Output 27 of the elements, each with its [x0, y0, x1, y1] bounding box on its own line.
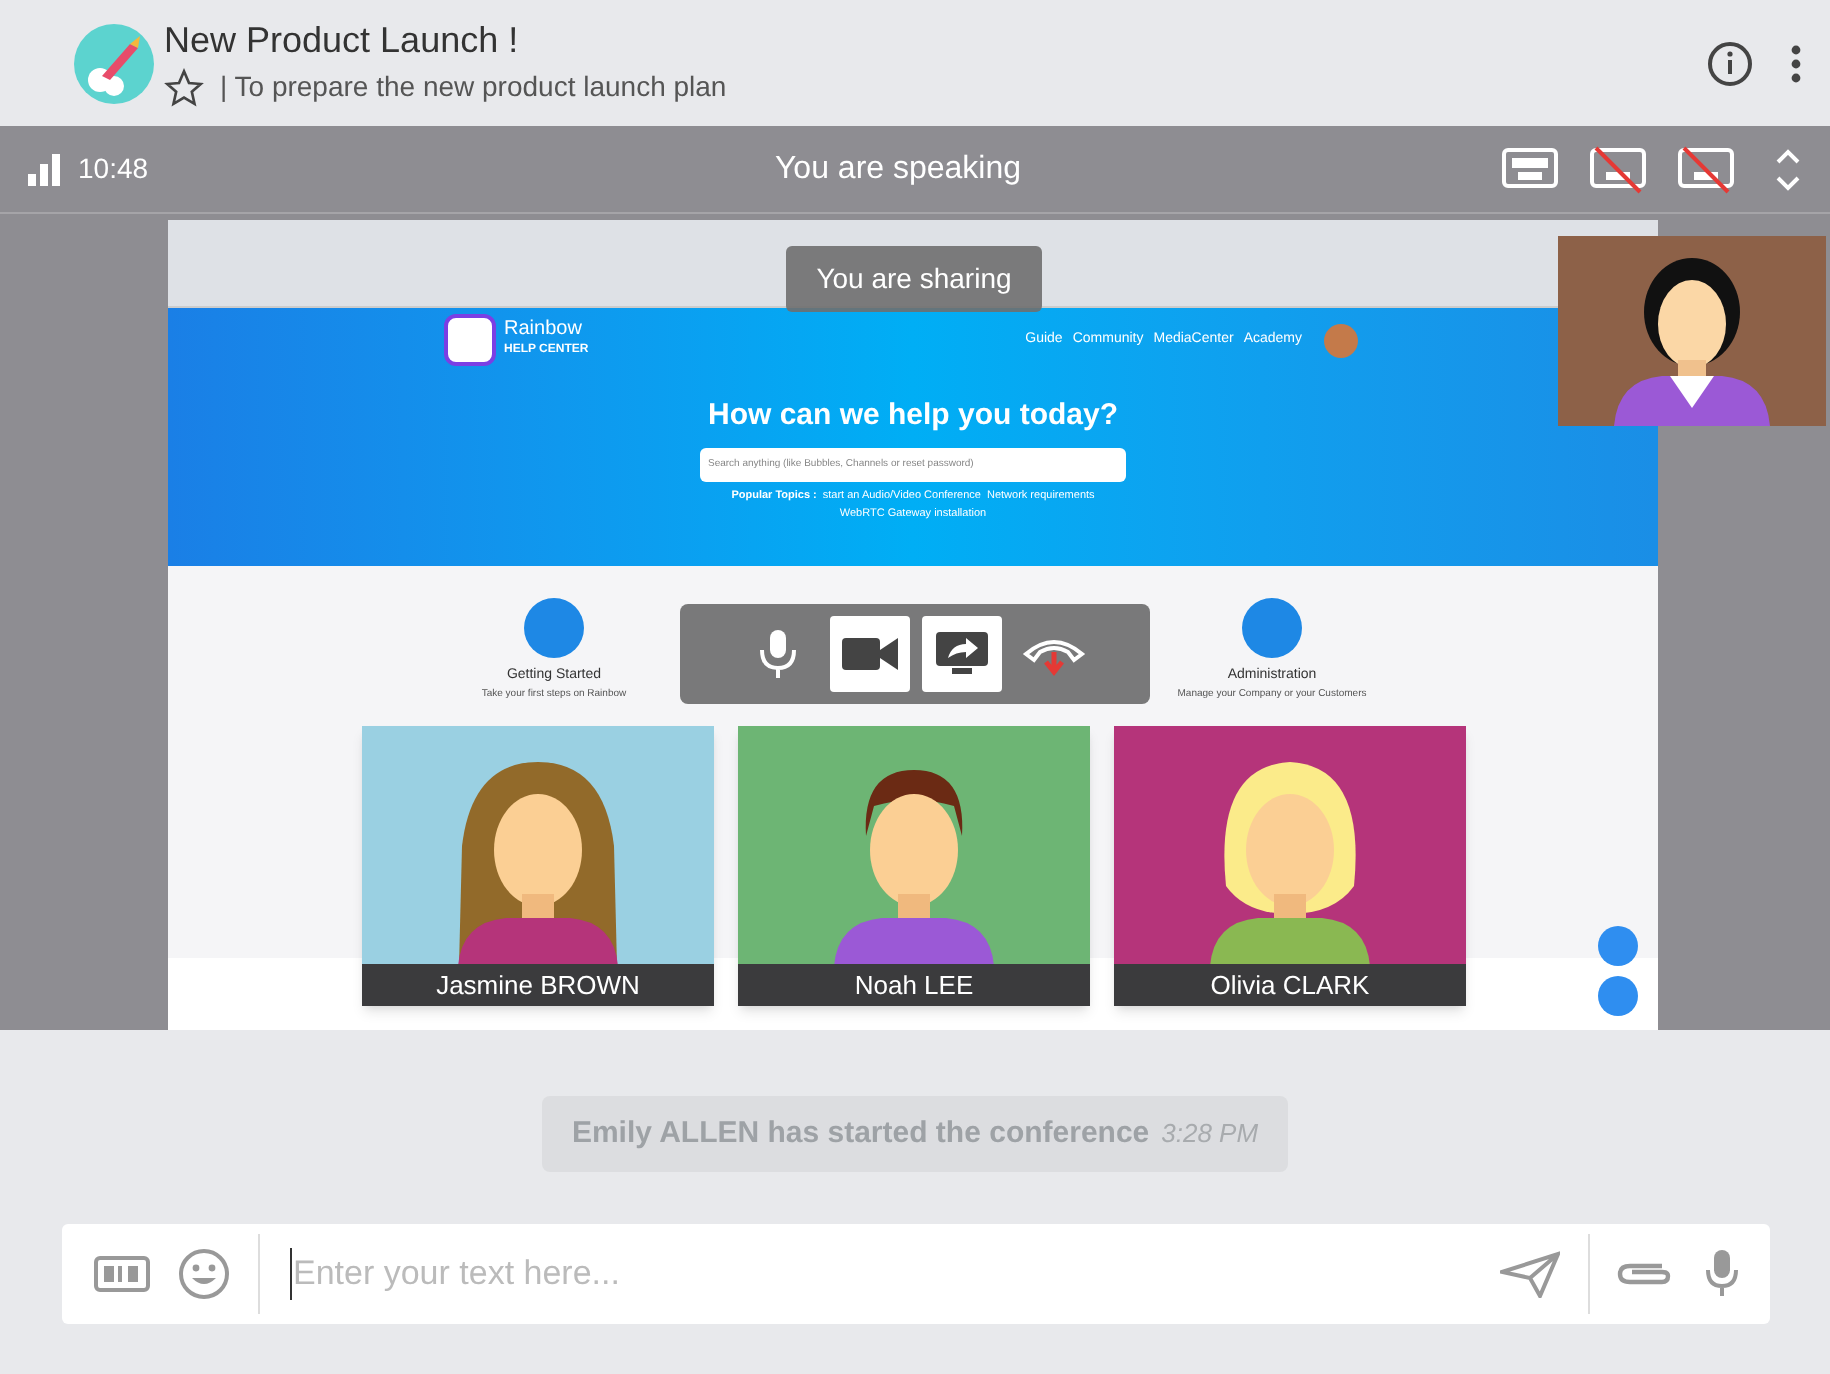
screen-share-icon: [933, 630, 989, 678]
screen-share-button[interactable]: [921, 616, 1001, 692]
hero-headline: How can we help you today?: [707, 396, 1119, 436]
participant-name: Jasmine BROWN: [362, 964, 714, 1006]
star-icon[interactable]: [164, 67, 204, 107]
emoji-icon[interactable]: [177, 1248, 229, 1300]
call-status: You are speaking: [772, 149, 1024, 189]
participant-name: Olivia CLARK: [1114, 964, 1466, 1006]
paperclip-icon[interactable]: [1613, 1258, 1673, 1290]
info-icon[interactable]: [1706, 39, 1754, 87]
camera-icon: [841, 634, 897, 674]
brand-name: Rainbow: [504, 320, 584, 340]
call-time: 10:48: [78, 150, 151, 188]
signal-icon: [28, 153, 64, 185]
category-icon: [524, 598, 584, 658]
conversation-title: New Product Launch !: [164, 18, 521, 62]
conversation-subtitle: | To prepare the new product launch plan: [220, 68, 727, 106]
camera-button[interactable]: [829, 616, 909, 692]
layout-icon[interactable]: [1502, 145, 1558, 193]
more-options-icon[interactable]: [1790, 43, 1802, 83]
message-text: Emily ALLEN has started the conference: [571, 1113, 1150, 1154]
send-icon[interactable]: [1499, 1250, 1559, 1298]
participant-name: Noah LEE: [738, 964, 1090, 1006]
category-icon: [1242, 598, 1302, 658]
sharing-banner: You are sharing: [786, 246, 1042, 312]
microphone-icon[interactable]: [1705, 1250, 1737, 1298]
expand-collapse-icon[interactable]: [1774, 145, 1802, 193]
